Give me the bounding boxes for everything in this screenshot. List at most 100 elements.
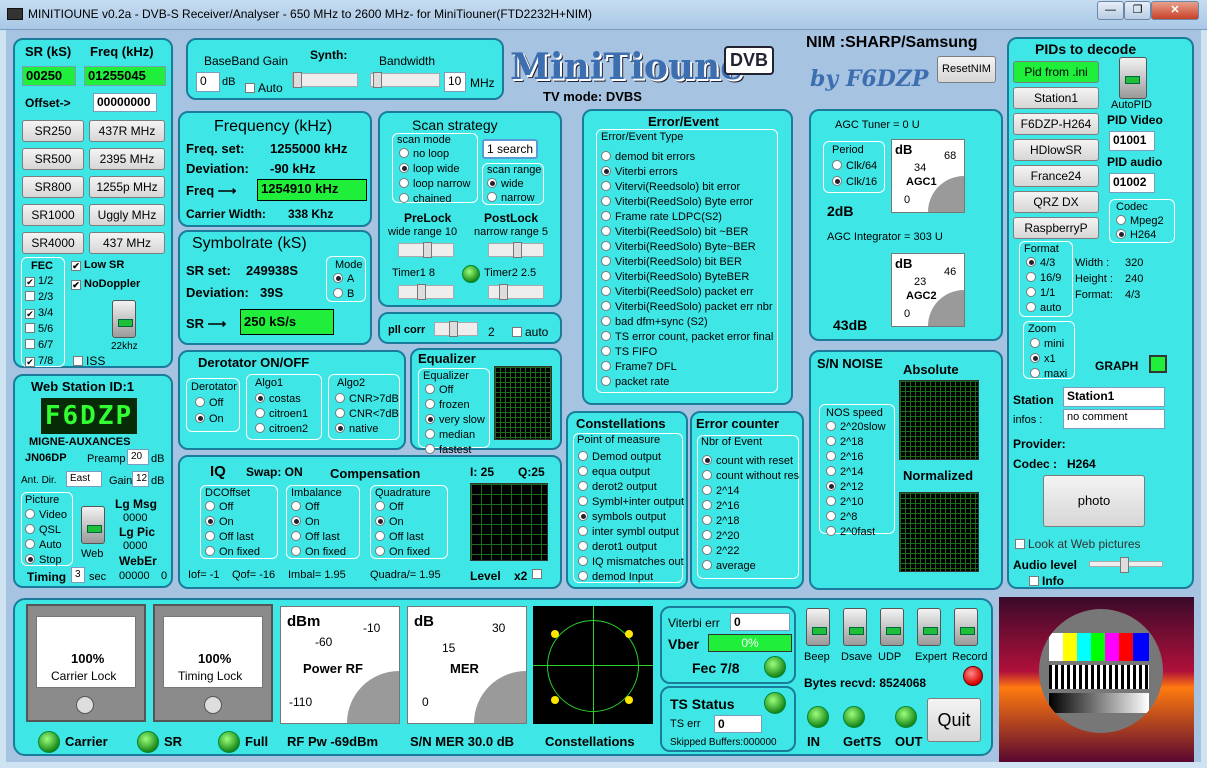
format-radio-3[interactable]: auto xyxy=(1026,302,1061,317)
timing-knob[interactable] xyxy=(204,696,222,714)
nos-speed-radio-1[interactable]: 2^18 xyxy=(826,436,886,451)
error-counter-radio-6[interactable]: 2^22 xyxy=(702,544,799,559)
period-clk64[interactable]: Clk/64 xyxy=(832,160,877,172)
synth-slider[interactable] xyxy=(292,72,358,88)
error-type-radio-12[interactable]: TS error count, packet error final xyxy=(601,330,773,345)
error-type-radio-14[interactable]: Frame7 DFL xyxy=(601,360,773,375)
close-button[interactable]: ✕ xyxy=(1151,1,1199,20)
format-radio-2[interactable]: 1/1 xyxy=(1026,287,1061,302)
derotator-on[interactable]: On xyxy=(195,413,224,425)
autopid-switch[interactable] xyxy=(1119,57,1147,99)
imbalance-radio-3[interactable]: On fixed xyxy=(291,546,346,561)
preamp-field[interactable]: 20 xyxy=(127,449,149,465)
station-preset-button-2[interactable]: HDlowSR xyxy=(1013,139,1099,161)
pid-from-ini-button[interactable]: Pid from .ini xyxy=(1013,61,1099,83)
imbalance-radio-1[interactable]: On xyxy=(291,516,346,531)
zoom-radio-2[interactable]: maxi xyxy=(1030,367,1067,382)
fec-checkbox-2[interactable]: ✔ 3/4 xyxy=(25,307,53,323)
measure-point-radio-4[interactable]: symbols output xyxy=(578,510,684,525)
station-preset-button-3[interactable]: France24 xyxy=(1013,165,1099,187)
error-counter-radio-1[interactable]: count without res xyxy=(702,469,799,484)
codec-mpeg2[interactable]: Mpeg2 xyxy=(1116,215,1164,227)
dcoffset-radio-1[interactable]: On xyxy=(205,516,260,531)
scan-mode-radio-0[interactable]: no loop xyxy=(399,147,470,162)
antdir-field[interactable]: East xyxy=(66,471,102,487)
station-preset-button-1[interactable]: F6DZP-H264 xyxy=(1013,113,1099,135)
pid-video-field[interactable]: 01001 xyxy=(1109,131,1155,151)
fec-checkbox-3[interactable]: 5/6 xyxy=(25,323,53,339)
error-type-radio-0[interactable]: demod bit errors xyxy=(601,150,773,165)
graph-checkbox[interactable] xyxy=(1149,355,1167,373)
low-sr-checkbox[interactable]: ✔ Low SR xyxy=(71,259,124,271)
nos-speed-radio-2[interactable]: 2^16 xyxy=(826,451,886,466)
fec-checkbox-5[interactable]: ✔ 7/8 xyxy=(25,355,53,371)
algo1-radio-0[interactable]: costas xyxy=(255,393,308,408)
gain-field[interactable]: 12 xyxy=(132,471,149,487)
measure-point-radio-3[interactable]: Symbl+inter output xyxy=(578,495,684,510)
measure-point-radio-6[interactable]: derot1 output xyxy=(578,540,684,555)
quadrature-radio-1[interactable]: On xyxy=(375,516,430,531)
error-counter-radio-4[interactable]: 2^18 xyxy=(702,514,799,529)
bandwidth-input[interactable]: 10 xyxy=(444,72,466,92)
minimize-button[interactable]: — xyxy=(1097,1,1124,20)
maximize-button[interactable]: ❐ xyxy=(1124,1,1151,20)
equalizer-radio-0[interactable]: Off xyxy=(425,384,485,399)
algo2-radio-1[interactable]: CNR<7dB xyxy=(335,408,399,423)
error-type-radio-13[interactable]: TS FIFO xyxy=(601,345,773,360)
quit-button[interactable]: Quit xyxy=(927,698,981,742)
error-counter-radio-7[interactable]: average xyxy=(702,559,799,574)
error-type-radio-2[interactable]: Vitervi(Reedsolo) bit error xyxy=(601,180,773,195)
gain-input[interactable]: 0 xyxy=(196,72,220,92)
sr-preset-button-1[interactable]: SR500 xyxy=(22,148,84,170)
sr-preset-button-2[interactable]: SR800 xyxy=(22,176,84,198)
equalizer-radio-3[interactable]: median xyxy=(425,429,485,444)
freq-preset-button-3[interactable]: Uggly MHz xyxy=(89,204,165,226)
sr-preset-button-4[interactable]: SR4000 xyxy=(22,232,84,254)
dcoffset-radio-2[interactable]: Off last xyxy=(205,531,260,546)
equalizer-radio-2[interactable]: very slow xyxy=(425,414,485,429)
prelock-slider[interactable] xyxy=(398,242,454,258)
algo2-radio-2[interactable]: native xyxy=(335,423,399,438)
measure-point-radio-0[interactable]: Demod output xyxy=(578,450,684,465)
mode-b[interactable]: B xyxy=(333,288,354,300)
nos-speed-radio-3[interactable]: 2^14 xyxy=(826,466,886,481)
algo1-radio-1[interactable]: citroen1 xyxy=(255,408,308,423)
resetnim-button[interactable]: ResetNIM xyxy=(937,56,996,83)
web-switch[interactable] xyxy=(81,506,105,544)
timer2-slider[interactable] xyxy=(488,284,544,300)
nos-speed-radio-5[interactable]: 2^10 xyxy=(826,496,886,511)
pll-auto-checkbox[interactable]: auto xyxy=(512,325,548,339)
range-wide[interactable]: wide xyxy=(487,178,524,190)
mode-a[interactable]: A xyxy=(333,273,354,285)
format-radio-0[interactable]: 4/3 xyxy=(1026,257,1061,272)
photo-button[interactable]: photo xyxy=(1043,475,1145,527)
station-preset-button-4[interactable]: QRZ DX xyxy=(1013,191,1099,213)
nos-speed-radio-0[interactable]: 2^20slow xyxy=(826,421,886,436)
error-type-radio-5[interactable]: Viterbi(ReedSolo) bit ~BER xyxy=(601,225,773,240)
station-field[interactable]: Station1 xyxy=(1063,387,1165,407)
picture-radio-1[interactable]: QSL xyxy=(25,524,67,539)
sr-field[interactable]: 00250 xyxy=(22,66,76,86)
measure-point-radio-7[interactable]: IQ mismatches out xyxy=(578,555,684,570)
station-preset-button-5[interactable]: RaspberryP xyxy=(1013,217,1099,239)
timer1-slider[interactable] xyxy=(398,284,454,300)
dcoffset-radio-0[interactable]: Off xyxy=(205,501,260,516)
zoom-radio-0[interactable]: mini xyxy=(1030,337,1067,352)
22khz-switch[interactable] xyxy=(112,300,136,338)
error-type-radio-6[interactable]: Viterbi(ReedSolo) Byte~BER xyxy=(601,240,773,255)
picture-radio-3[interactable]: Stop xyxy=(25,554,67,569)
imbalance-radio-2[interactable]: Off last xyxy=(291,531,346,546)
offset-field[interactable]: 00000000 xyxy=(93,93,157,112)
freq-preset-button-1[interactable]: 2395 MHz xyxy=(89,148,165,170)
pll-slider[interactable] xyxy=(434,321,478,337)
fec-checkbox-0[interactable]: ✔ 1/2 xyxy=(25,275,53,291)
quadrature-radio-0[interactable]: Off xyxy=(375,501,430,516)
equalizer-radio-1[interactable]: frozen xyxy=(425,399,485,414)
auto-checkbox[interactable]: Auto xyxy=(245,81,283,95)
postlock-slider[interactable] xyxy=(488,242,544,258)
error-type-radio-4[interactable]: Frame rate LDPC(S2) xyxy=(601,210,773,225)
imbalance-radio-0[interactable]: Off xyxy=(291,501,346,516)
beep-switch[interactable] xyxy=(806,608,830,646)
period-clk16[interactable]: Clk/16 xyxy=(832,176,877,188)
error-type-radio-15[interactable]: packet rate xyxy=(601,375,773,390)
